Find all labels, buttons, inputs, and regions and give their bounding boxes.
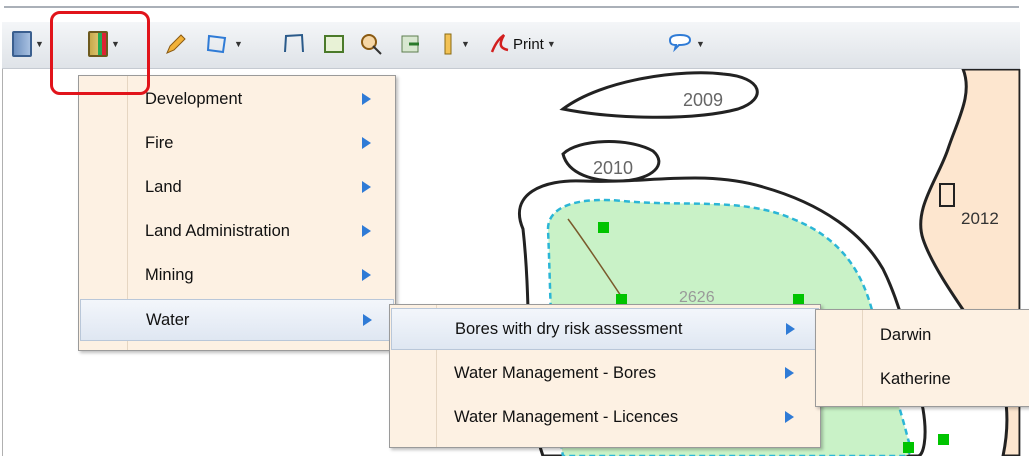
comment-icon bbox=[668, 33, 692, 53]
submenu-arrow-icon bbox=[362, 181, 371, 193]
menu-item-label: Fire bbox=[145, 133, 174, 152]
export-button[interactable] bbox=[399, 30, 423, 58]
menu-item-label: Land Administration bbox=[145, 221, 290, 240]
menu-item-label: Water Management - Bores bbox=[454, 363, 657, 382]
polyline-button[interactable] bbox=[282, 30, 308, 58]
menu-item-label: Development bbox=[145, 89, 243, 108]
menu-item-label: Darwin bbox=[880, 325, 932, 344]
print-label: Print bbox=[513, 35, 544, 53]
menu-item-label: Water Management - Licences bbox=[454, 407, 679, 426]
bore-marker bbox=[938, 434, 949, 445]
app-window: 2626 2009 2010 2012 ▼ ▼ ▼ ▼ Print ▼ ▼ De… bbox=[0, 0, 1029, 456]
brightness-button[interactable]: ▼ bbox=[438, 30, 470, 58]
map-label-2009: 2009 bbox=[683, 90, 723, 110]
thematic-menu: Development Fire Land Land Administratio… bbox=[78, 75, 396, 351]
menu-item-water-management-licences[interactable]: Water Management - Licences bbox=[391, 396, 819, 438]
menu-item-land[interactable]: Land bbox=[80, 166, 394, 208]
submenu-arrow-icon bbox=[362, 225, 371, 237]
submenu-arrow-icon bbox=[362, 93, 371, 105]
menu-item-water[interactable]: Water bbox=[80, 299, 394, 341]
export-icon bbox=[401, 35, 419, 53]
layers-book-icon bbox=[12, 31, 32, 57]
polygon-select-button[interactable]: ▼ bbox=[205, 30, 243, 58]
menu-item-bores-dry-risk[interactable]: Bores with dry risk assessment bbox=[391, 308, 819, 350]
polygon-edit-icon bbox=[324, 35, 344, 53]
menu-item-fire[interactable]: Fire bbox=[80, 122, 394, 164]
map-label-2012: 2012 bbox=[961, 209, 999, 228]
submenu-arrow-icon bbox=[362, 137, 371, 149]
menu-item-label: Land bbox=[145, 177, 182, 196]
menu-item-label: Water bbox=[146, 310, 190, 329]
print-button[interactable]: Print ▼ bbox=[488, 30, 556, 58]
menu-item-label: Mining bbox=[145, 265, 194, 284]
layers-button[interactable]: ▼ bbox=[12, 30, 44, 58]
menu-item-label: Bores with dry risk assessment bbox=[455, 319, 683, 338]
submenu-arrow-icon bbox=[785, 411, 794, 423]
bore-marker bbox=[598, 222, 609, 233]
submenu-arrow-icon bbox=[785, 367, 794, 379]
menu-item-katherine[interactable]: Katherine bbox=[817, 358, 1028, 400]
map-label-2010: 2010 bbox=[593, 158, 633, 178]
callout-highlight-box bbox=[50, 11, 150, 95]
draw-button[interactable] bbox=[164, 30, 188, 58]
submenu-arrow-icon bbox=[363, 314, 372, 326]
comment-button[interactable]: ▼ bbox=[667, 30, 705, 58]
top-divider bbox=[4, 6, 1019, 8]
pdf-icon bbox=[490, 34, 509, 53]
map-toolbar: ▼ ▼ ▼ ▼ Print ▼ ▼ bbox=[2, 22, 1020, 69]
chevron-down-icon: ▼ bbox=[234, 39, 243, 49]
bore-marker bbox=[903, 442, 914, 453]
water-submenu: Bores with dry risk assessment Water Man… bbox=[389, 304, 821, 448]
polygon-select-icon bbox=[206, 34, 227, 54]
submenu-arrow-icon bbox=[786, 323, 795, 335]
bores-submenu: Darwin Katherine bbox=[815, 309, 1029, 407]
polygon-edit-button[interactable] bbox=[322, 30, 348, 58]
menu-item-water-management-bores[interactable]: Water Management - Bores bbox=[391, 352, 819, 394]
menu-item-mining[interactable]: Mining bbox=[80, 254, 394, 296]
brightness-icon bbox=[444, 33, 452, 55]
polyline-icon bbox=[284, 33, 304, 53]
chevron-down-icon: ▼ bbox=[546, 39, 556, 49]
identify-icon bbox=[361, 34, 382, 55]
chevron-down-icon: ▼ bbox=[35, 39, 44, 49]
menu-item-label: Katherine bbox=[880, 369, 951, 388]
pencil-icon bbox=[166, 34, 186, 54]
identify-button[interactable] bbox=[359, 30, 385, 58]
chevron-down-icon: ▼ bbox=[696, 39, 705, 49]
window-top bbox=[0, 0, 1029, 20]
chevron-down-icon: ▼ bbox=[461, 39, 470, 49]
menu-item-darwin[interactable]: Darwin bbox=[817, 314, 1028, 356]
submenu-arrow-icon bbox=[362, 269, 371, 281]
menu-item-land-administration[interactable]: Land Administration bbox=[80, 210, 394, 252]
island-2009 bbox=[559, 71, 759, 119]
